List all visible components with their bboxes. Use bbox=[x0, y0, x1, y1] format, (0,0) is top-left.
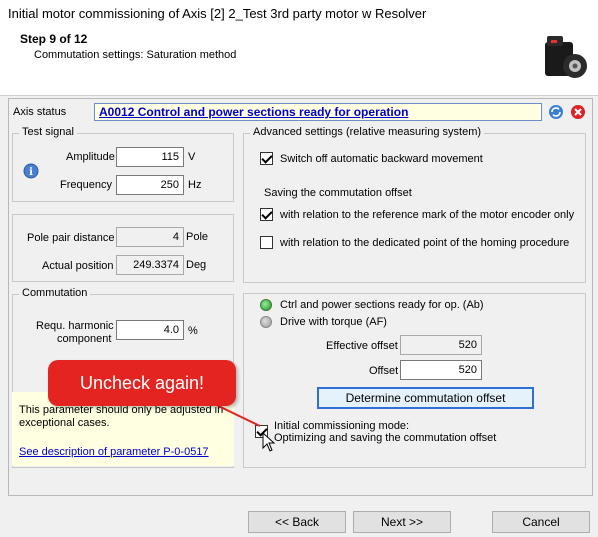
back-button[interactable]: << Back bbox=[248, 511, 346, 533]
pole-pair-field: 4 bbox=[116, 227, 184, 247]
offset-label: Offset bbox=[369, 365, 399, 377]
ready-status-led-icon bbox=[260, 299, 272, 311]
annotation-callout: Uncheck again! bbox=[48, 360, 236, 406]
torque-status-label: Drive with torque (AF) bbox=[280, 316, 387, 328]
frequency-label: Frequency bbox=[60, 179, 112, 191]
step-indicator: Step 9 of 12 bbox=[20, 32, 88, 46]
parameter-description-link[interactable]: See description of parameter P-0-0517 bbox=[19, 446, 209, 458]
homing-point-label: with relation to the dedicated point of … bbox=[280, 237, 570, 249]
harmonic-input[interactable]: 4.0 bbox=[116, 320, 184, 340]
initial-mode-label-line2: Optimizing and saving the commutation of… bbox=[274, 432, 497, 444]
pole-pair-unit: Pole bbox=[186, 231, 209, 243]
ref-mark-checkbox[interactable] bbox=[260, 208, 273, 221]
next-button[interactable]: Next >> bbox=[353, 511, 451, 533]
homing-point-checkbox[interactable] bbox=[260, 236, 273, 249]
harmonic-label-line2: component bbox=[57, 333, 112, 345]
actual-position-field: 249.3374 bbox=[116, 255, 184, 275]
commutation-title: Commutation bbox=[19, 287, 91, 299]
offset-input[interactable]: 520 bbox=[400, 360, 482, 380]
axis-status-field[interactable]: A0012 Control and power sections ready f… bbox=[94, 103, 542, 121]
info-text-line2: exceptional cases. bbox=[19, 417, 110, 429]
effective-offset-field: 520 bbox=[400, 335, 482, 355]
effective-offset-label: Effective offset bbox=[326, 340, 398, 352]
switch-off-backward-label: Switch off automatic backward movement bbox=[280, 153, 483, 165]
actual-position-label: Actual position bbox=[42, 260, 114, 272]
frequency-unit: Hz bbox=[188, 179, 202, 191]
info-icon: i bbox=[23, 163, 39, 179]
refresh-icon[interactable] bbox=[548, 104, 564, 120]
ready-status-label: Ctrl and power sections ready for op. (A… bbox=[280, 299, 484, 311]
amplitude-unit: V bbox=[188, 151, 196, 163]
clear-error-icon[interactable] bbox=[570, 104, 586, 120]
determine-offset-button[interactable]: Determine commutation offset bbox=[317, 387, 534, 409]
saving-offset-label: Saving the commutation offset bbox=[264, 187, 412, 199]
svg-text:i: i bbox=[29, 167, 33, 178]
switch-off-backward-checkbox[interactable] bbox=[260, 152, 273, 165]
wizard-header: Step 9 of 12 Commutation settings: Satur… bbox=[0, 28, 598, 96]
test-signal-title: Test signal bbox=[19, 126, 77, 138]
step-subtitle: Commutation settings: Saturation method bbox=[34, 49, 237, 61]
harmonic-label-line1: Requ. harmonic bbox=[36, 320, 114, 332]
window-title: Initial motor commissioning of Axis [2] … bbox=[0, 0, 598, 28]
servo-motor-icon bbox=[545, 36, 587, 78]
frequency-input[interactable]: 250 bbox=[116, 175, 184, 195]
cancel-button[interactable]: Cancel bbox=[492, 511, 590, 533]
initial-mode-label-line1: Initial commissioning mode: bbox=[274, 420, 410, 432]
pole-pair-label: Pole pair distance bbox=[27, 232, 115, 244]
actual-position-unit: Deg bbox=[186, 259, 207, 271]
wizard-footer: << Back Next >> Cancel bbox=[0, 497, 598, 537]
advanced-settings-title: Advanced settings (relative measuring sy… bbox=[250, 126, 485, 138]
amplitude-label: Amplitude bbox=[66, 151, 115, 163]
harmonic-unit: % bbox=[188, 325, 198, 337]
amplitude-input[interactable]: 115 bbox=[116, 147, 184, 167]
axis-status-label: Axis status bbox=[13, 106, 67, 118]
mouse-cursor-icon bbox=[262, 432, 276, 452]
ref-mark-label: with relation to the reference mark of t… bbox=[280, 209, 575, 221]
torque-status-led-icon bbox=[260, 316, 272, 328]
